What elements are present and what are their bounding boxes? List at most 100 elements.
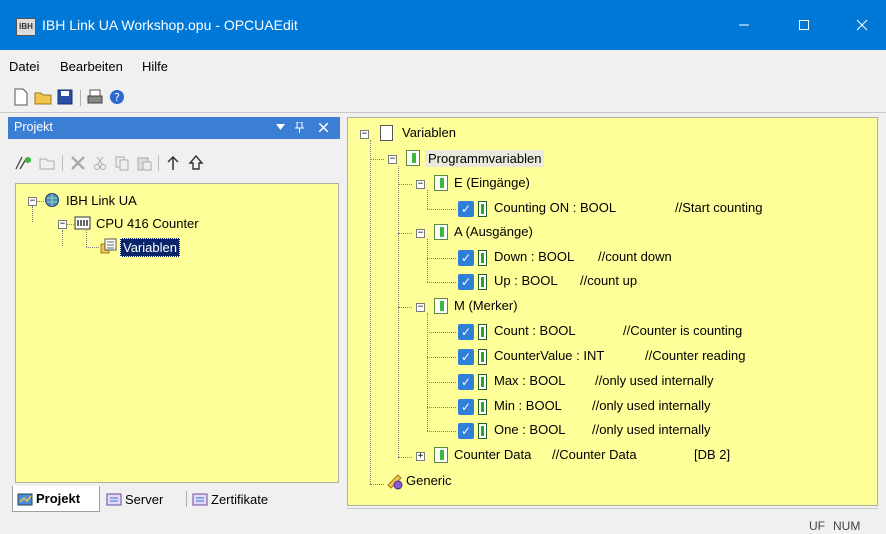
variable-checkbox[interactable]: ✓ xyxy=(458,274,474,290)
help-icon[interactable]: ? xyxy=(108,88,126,106)
variable-name[interactable]: Max : BOOL xyxy=(494,373,566,388)
add-sub-item-icon[interactable] xyxy=(38,155,56,171)
variable-name[interactable]: One : BOOL xyxy=(494,422,566,437)
folder-icon xyxy=(406,150,420,166)
variable-name[interactable]: Counting ON : BOOL xyxy=(494,200,616,215)
collapse-toggle[interactable]: − xyxy=(58,220,67,229)
collapse-toggle[interactable]: − xyxy=(416,229,425,238)
paste-icon[interactable] xyxy=(136,155,152,171)
collapse-toggle[interactable]: − xyxy=(360,130,369,139)
variable-comment: //Counter is counting xyxy=(623,323,743,338)
globe-icon xyxy=(45,193,59,207)
menu-datei[interactable]: Datei xyxy=(9,59,39,74)
save-icon[interactable] xyxy=(56,88,74,106)
variable-checkbox[interactable]: ✓ xyxy=(458,374,474,390)
maximize-icon xyxy=(799,20,809,30)
expand-toggle[interactable]: + xyxy=(416,452,425,461)
pin-icon[interactable] xyxy=(295,122,304,133)
collapse-toggle[interactable]: − xyxy=(416,303,425,312)
panel-tabs: Projekt Server Zertifikate xyxy=(8,486,340,516)
tab-server[interactable]: Server xyxy=(106,486,163,512)
project-tab-icon xyxy=(17,493,33,505)
collapse-toggle[interactable]: − xyxy=(28,197,37,206)
variable-comment: //count up xyxy=(580,273,638,288)
tree-root-label[interactable]: Variablen xyxy=(402,125,456,140)
variable-comment: //Start counting xyxy=(675,200,763,215)
menu-bearbeiten[interactable]: Bearbeiten xyxy=(60,59,123,74)
variables-icon xyxy=(100,238,117,254)
tree-group-e[interactable]: E (Eingänge) xyxy=(454,175,530,190)
collapse-toggle[interactable]: − xyxy=(388,155,397,164)
minimize-button[interactable] xyxy=(720,0,768,50)
window-title: IBH Link UA Workshop.opu - OPCUAEdit xyxy=(42,17,298,33)
folder-icon xyxy=(434,447,448,463)
toolbar-separator xyxy=(62,155,63,171)
project-tree: − IBH Link UA − CPU 416 Counter Variable… xyxy=(15,183,339,483)
variable-icon xyxy=(478,324,487,340)
tree-group-a[interactable]: A (Ausgänge) xyxy=(454,224,533,239)
tree-item-device[interactable]: CPU 416 Counter xyxy=(96,216,199,231)
variable-icon xyxy=(478,374,487,390)
tree-item-selected[interactable]: Variablen xyxy=(120,238,180,257)
variable-name[interactable]: Min : BOOL xyxy=(494,398,562,413)
collapse-toggle[interactable]: − xyxy=(416,180,425,189)
counter-data-comment: //Counter Data xyxy=(552,447,637,462)
tab-projekt[interactable]: Projekt xyxy=(12,486,100,512)
panel-title: Projekt xyxy=(14,120,53,134)
dropdown-icon[interactable] xyxy=(276,124,285,132)
variable-checkbox[interactable]: ✓ xyxy=(458,250,474,266)
menu-hilfe[interactable]: Hilfe xyxy=(142,59,168,74)
variable-checkbox[interactable]: ✓ xyxy=(458,423,474,439)
print-icon[interactable] xyxy=(86,88,104,106)
variable-icon xyxy=(478,349,487,365)
variable-checkbox[interactable]: ✓ xyxy=(458,399,474,415)
variable-name[interactable]: Count : BOOL xyxy=(494,323,576,338)
variable-comment: //count down xyxy=(598,249,672,264)
variable-name[interactable]: Down : BOOL xyxy=(494,249,574,264)
toolbar-separator xyxy=(158,155,159,171)
counter-data-block: [DB 2] xyxy=(694,447,731,462)
folder-icon xyxy=(434,224,448,240)
add-item-icon[interactable] xyxy=(14,155,32,171)
tab-label: Projekt xyxy=(36,491,81,506)
new-file-icon[interactable] xyxy=(12,88,30,106)
main-toolbar: ? xyxy=(0,82,886,113)
minimize-icon xyxy=(739,24,749,26)
variable-name[interactable]: Up : BOOL xyxy=(494,273,558,288)
cut-icon[interactable] xyxy=(92,155,108,171)
copy-icon[interactable] xyxy=(114,155,130,171)
tree-item-generic[interactable]: Generic xyxy=(406,473,452,488)
maximize-button[interactable] xyxy=(780,0,828,50)
server-tab-icon xyxy=(106,493,122,506)
delete-icon[interactable] xyxy=(70,155,86,171)
tab-zertifikate[interactable]: Zertifikate xyxy=(192,486,268,512)
app-icon: IBH xyxy=(16,18,36,36)
tab-label: Zertifikate xyxy=(211,491,269,507)
tree-group-m[interactable]: M (Merker) xyxy=(454,298,518,313)
menu-bar: Datei Bearbeiten Hilfe xyxy=(0,50,886,80)
tree-item-counter-data[interactable]: Counter Data xyxy=(454,447,531,462)
folder-icon xyxy=(434,175,448,191)
tab-label: Server xyxy=(125,491,164,507)
variable-name[interactable]: CounterValue : INT xyxy=(494,348,604,363)
close-button[interactable] xyxy=(838,0,886,50)
project-panel-header: Projekt xyxy=(8,117,340,139)
variable-checkbox[interactable]: ✓ xyxy=(458,201,474,217)
tree-item-root[interactable]: IBH Link UA xyxy=(66,193,137,208)
panel-close-icon[interactable] xyxy=(319,123,328,132)
variable-checkbox[interactable]: ✓ xyxy=(458,349,474,365)
variable-icon xyxy=(478,423,487,439)
tree-item-program[interactable]: Programmvariablen xyxy=(425,150,545,167)
status-bar: UF NUM xyxy=(347,508,878,534)
svg-text:?: ? xyxy=(114,91,120,104)
variable-icon xyxy=(478,399,487,415)
status-uf: UF xyxy=(809,519,825,533)
move-up-icon[interactable] xyxy=(166,155,180,171)
move-to-top-icon[interactable] xyxy=(188,155,204,171)
title-bar: IBH IBH Link UA Workshop.opu - OPCUAEdit xyxy=(0,0,886,50)
variable-checkbox[interactable]: ✓ xyxy=(458,324,474,340)
generic-icon xyxy=(387,474,403,490)
open-folder-icon[interactable] xyxy=(34,88,52,106)
certificate-tab-icon xyxy=(192,493,208,506)
variables-tree: − Variablen − Programmvariablen − E (Ein… xyxy=(347,117,878,506)
